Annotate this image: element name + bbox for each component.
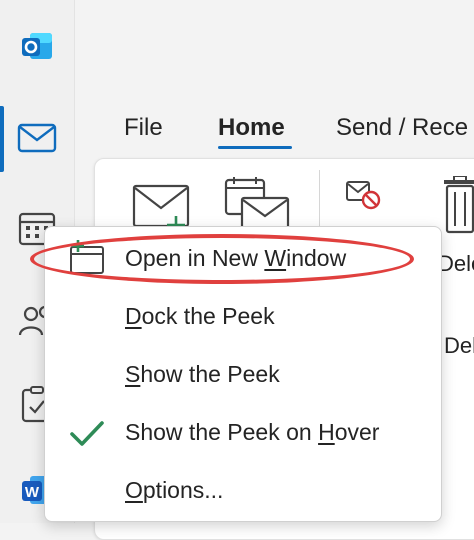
svg-text:W: W — [25, 484, 40, 501]
tab-file[interactable]: File — [124, 114, 163, 142]
checkmark-icon — [67, 413, 107, 453]
menu-item-label: Show the Peek — [125, 361, 280, 387]
menu-item-show-the-peek[interactable]: Show the Peek — [45, 347, 441, 403]
context-menu: Open in New Window Dock the Peek Show th… — [44, 226, 442, 522]
menu-item-label: Show the Peek on Hover — [125, 419, 380, 445]
tab-send-receive[interactable]: Send / Rece — [336, 114, 468, 142]
delete-group-label: Del — [444, 333, 474, 358]
menu-item-show-peek-on-hover[interactable]: Show the Peek on Hover — [45, 405, 441, 461]
open-new-window-icon — [67, 239, 107, 279]
ignore-icon[interactable] — [344, 178, 384, 217]
menu-item-label: Open in New Window — [125, 245, 347, 271]
delete-label: Dele — [438, 251, 474, 276]
outlook-logo-icon[interactable] — [0, 14, 74, 78]
menu-item-dock-the-peek[interactable]: Dock the Peek — [45, 289, 441, 345]
delete-icon[interactable] — [442, 175, 474, 239]
menu-item-options[interactable]: Options... — [45, 463, 441, 519]
ribbon-divider — [319, 170, 320, 230]
menu-item-label: Options... — [125, 477, 224, 503]
mail-icon[interactable] — [0, 106, 74, 170]
menu-item-open-in-new-window[interactable]: Open in New Window — [45, 231, 441, 287]
active-tab-underline — [218, 146, 292, 149]
tab-home[interactable]: Home — [218, 114, 285, 142]
menu-item-label: Dock the Peek — [125, 303, 275, 329]
